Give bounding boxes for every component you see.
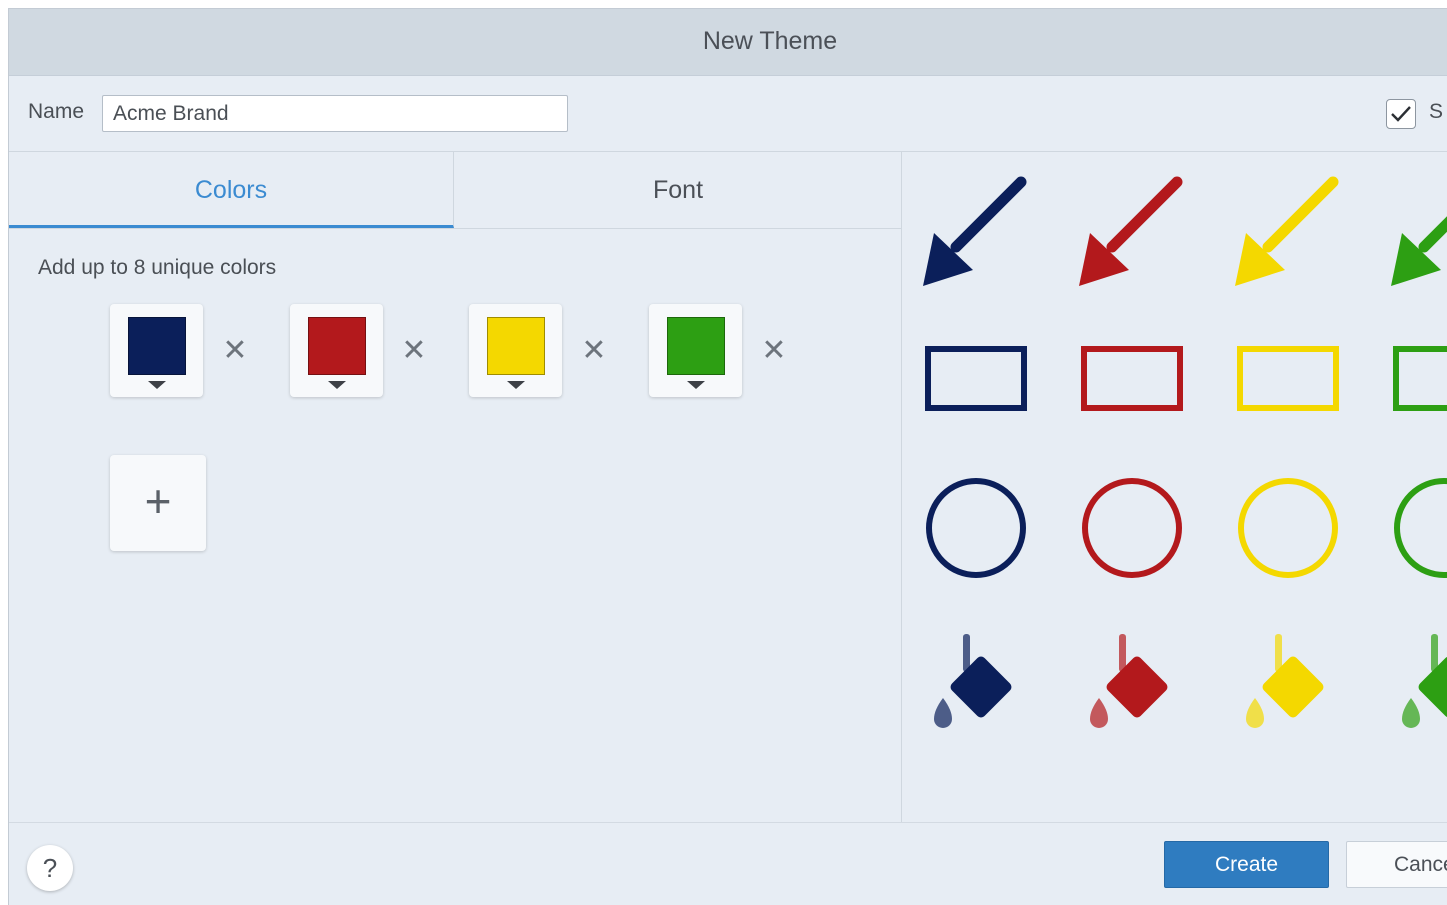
- fill-bucket-icon: [934, 634, 1012, 728]
- color-swatch-4[interactable]: [649, 304, 742, 397]
- circle-icon: [1394, 478, 1447, 578]
- dropdown-caret-icon: [148, 381, 166, 389]
- arrow-icon: [1235, 176, 1339, 286]
- dialog-title: New Theme: [702, 27, 838, 55]
- arrow-icon: [1391, 216, 1447, 286]
- rectangle-icon: [925, 346, 1027, 411]
- cancel-button[interactable]: Cancel: [1346, 841, 1447, 888]
- circle-icon: [1082, 478, 1182, 578]
- dropdown-caret-icon: [507, 381, 525, 389]
- tab-font[interactable]: Font: [455, 152, 901, 228]
- color-chip: [308, 317, 366, 375]
- color-swatch-1[interactable]: [110, 304, 203, 397]
- remove-color-3-button[interactable]: ✕: [581, 336, 607, 366]
- fill-bucket-icon: [1246, 634, 1324, 728]
- add-color-button[interactable]: +: [110, 455, 206, 551]
- theme-preview-panel: [902, 152, 1447, 822]
- help-button[interactable]: ?: [27, 845, 73, 891]
- color-chip: [667, 317, 725, 375]
- rectangle-icon: [1081, 346, 1183, 411]
- theme-preview-grid: [923, 176, 1447, 728]
- checkmark-icon: [1391, 106, 1411, 122]
- fill-bucket-icon: [1402, 634, 1447, 728]
- circle-icon: [926, 478, 1026, 578]
- name-row: Name S: [9, 76, 1447, 152]
- create-button[interactable]: Create: [1164, 841, 1329, 888]
- dropdown-caret-icon: [328, 381, 346, 389]
- left-pane: Colors Font Add up to 8 unique colors ✕ …: [9, 152, 902, 822]
- colors-hint: Add up to 8 unique colors: [38, 256, 277, 279]
- tab-bar: Colors Font: [9, 152, 901, 229]
- new-theme-dialog: New Theme Name S Colors Font Add up to 8…: [8, 8, 1447, 905]
- title-bar: New Theme: [9, 9, 1447, 76]
- color-chip: [128, 317, 186, 375]
- arrow-icon: [1079, 176, 1183, 286]
- footer: ? Create Cancel: [9, 822, 1447, 905]
- fill-bucket-icon: [1090, 634, 1168, 728]
- theme-name-input[interactable]: [102, 95, 568, 132]
- color-swatch-2[interactable]: [290, 304, 383, 397]
- color-swatch-3[interactable]: [469, 304, 562, 397]
- remove-color-1-button[interactable]: ✕: [222, 336, 248, 366]
- rectangle-icon: [1393, 346, 1447, 411]
- remove-color-4-button[interactable]: ✕: [761, 336, 787, 366]
- remove-color-2-button[interactable]: ✕: [401, 336, 427, 366]
- dropdown-caret-icon: [687, 381, 705, 389]
- arrow-icon: [923, 176, 1027, 286]
- rectangle-icon: [1237, 346, 1339, 411]
- name-label: Name: [28, 100, 85, 123]
- color-chip: [487, 317, 545, 375]
- circle-icon: [1238, 478, 1338, 578]
- checkbox[interactable]: [1386, 99, 1416, 129]
- tab-colors[interactable]: Colors: [9, 152, 454, 228]
- checkbox-label: S: [1429, 100, 1444, 123]
